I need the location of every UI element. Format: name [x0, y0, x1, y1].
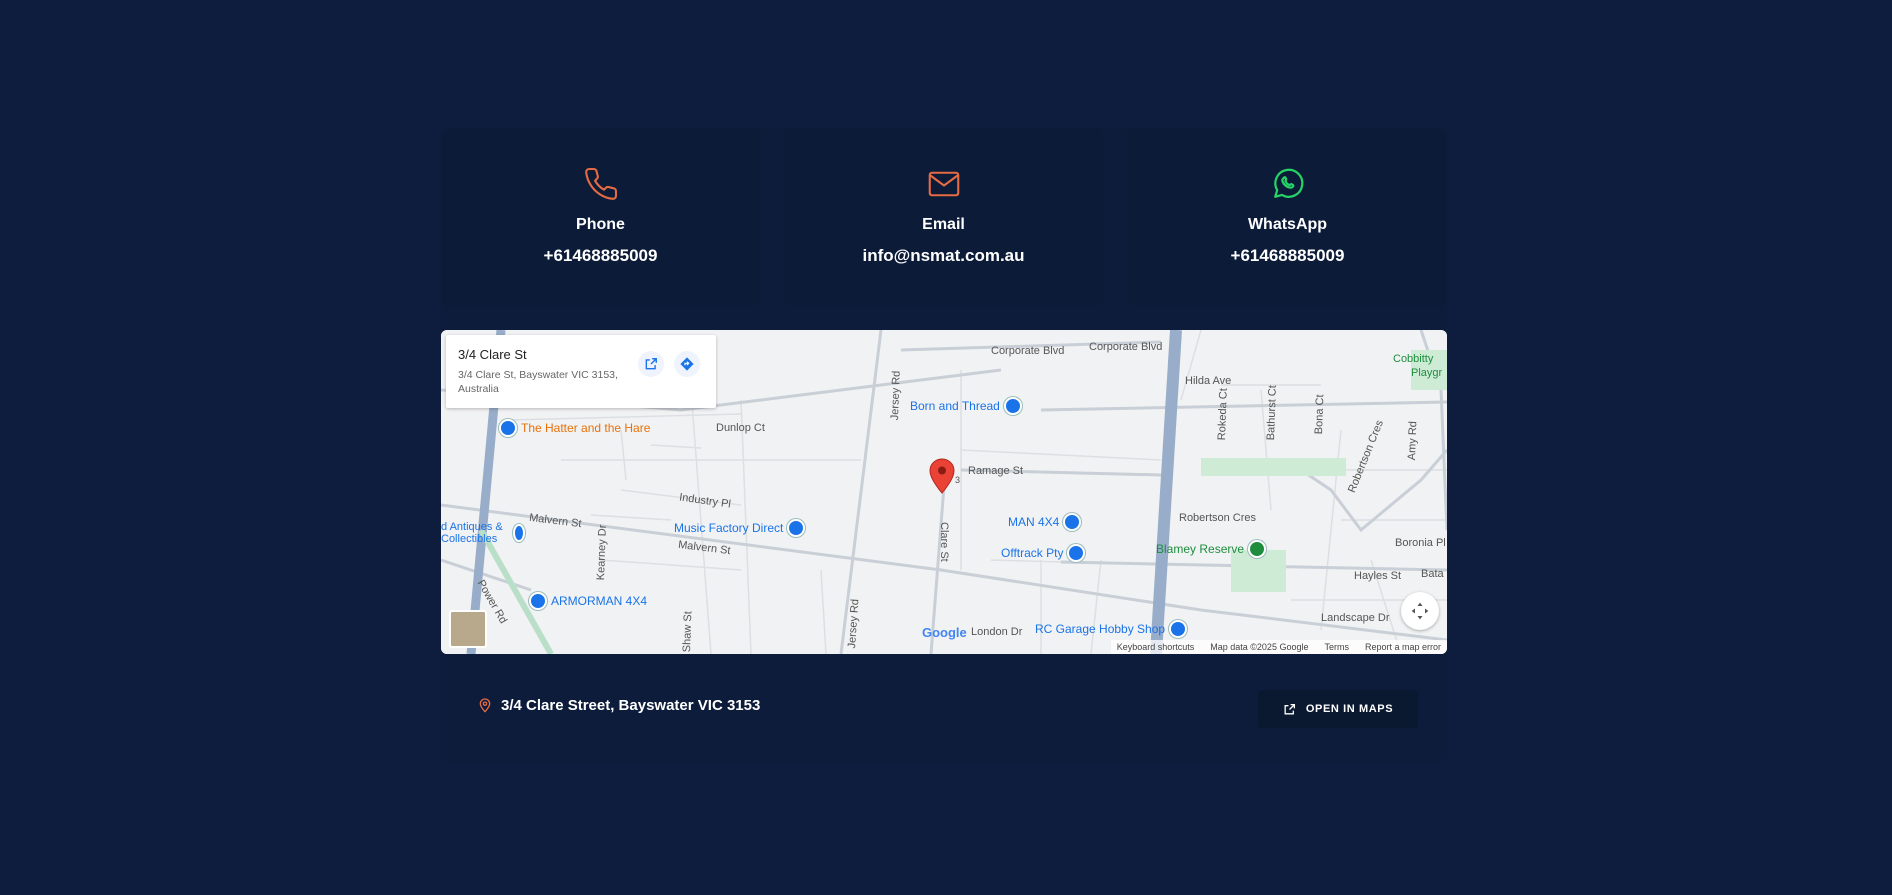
report-error-link[interactable]: Report a map error	[1365, 642, 1441, 652]
google-wordmark: Google	[922, 625, 967, 640]
info-card-title: 3/4 Clare St	[458, 347, 527, 362]
shopping-icon	[529, 592, 547, 610]
poi-offtrack[interactable]: Offtrack Pty	[1001, 544, 1086, 562]
street-corporate-2: Corporate Blvd	[1089, 341, 1163, 353]
open-in-maps-button[interactable]: OPEN IN MAPS	[1258, 690, 1418, 728]
poi-hatter-label: The Hatter and the Hare	[521, 421, 651, 435]
street-dunlop: Dunlop Ct	[716, 422, 765, 434]
satellite-thumbnail[interactable]	[449, 610, 487, 648]
street-hayles: Hayles St	[1354, 570, 1402, 582]
shopping-icon	[1067, 544, 1086, 562]
external-link-icon	[645, 358, 657, 370]
park-cobbitty: Cobbitty	[1393, 353, 1434, 365]
map-info-card: 3/4 Clare St 3/4 Clare St, Bayswater VIC…	[446, 335, 716, 408]
street-bata: Bata	[1421, 568, 1444, 580]
poi-blamey-label: Blamey Reserve	[1156, 542, 1245, 556]
street-london: London Dr	[971, 626, 1023, 638]
shopping-icon	[513, 524, 525, 542]
poi-armorman-label: ARMORMAN 4X4	[551, 594, 648, 608]
map-camera-control[interactable]	[1401, 592, 1439, 630]
embedded-map[interactable]: Corporate Blvd Corporate Blvd Hilda Ave …	[441, 330, 1447, 654]
whatsapp-card[interactable]: WhatsApp +61468885009	[1128, 128, 1447, 306]
street-shaw: Shaw St	[681, 611, 695, 653]
street-jersey-1: Jersey Rd	[889, 370, 903, 421]
street-ramage: Ramage St	[968, 465, 1024, 477]
map-data-text: Map data ©2025 Google	[1210, 642, 1309, 652]
location-pin-icon[interactable]	[929, 458, 955, 494]
park-icon	[1248, 540, 1267, 558]
street-rokeda: Rokeda Ct	[1216, 388, 1230, 441]
shopping-icon	[787, 519, 806, 537]
whatsapp-value[interactable]: +61468885009	[1128, 246, 1447, 266]
street-landscape: Landscape Dr	[1321, 612, 1390, 624]
email-label: Email	[922, 216, 965, 233]
directions-icon	[680, 357, 694, 371]
street-robertson: Robertson Cres	[1179, 512, 1257, 524]
open-in-maps-label: OPEN IN MAPS	[1305, 703, 1394, 715]
google-logo: Google	[922, 625, 967, 640]
street-bathurst: Bathurst Ct	[1265, 385, 1279, 441]
shopping-icon	[1063, 513, 1082, 531]
footer-address: 3/4 Clare Street, Bayswater VIC 3153	[477, 696, 760, 714]
external-link-icon	[1284, 703, 1295, 714]
poi-rc-garage[interactable]: RC Garage Hobby Shop	[1035, 620, 1188, 638]
email-value[interactable]: info@nsmat.com.au	[784, 246, 1103, 266]
whatsapp-label: WhatsApp	[1247, 216, 1328, 233]
poi-man-label: MAN 4X4	[1008, 515, 1060, 529]
poi-antiques-label: d Antiques & Collectibles	[441, 521, 503, 545]
email-card[interactable]: Email info@nsmat.com.au	[784, 128, 1103, 306]
map-pin-icon	[479, 698, 491, 713]
phone-card[interactable]: Phone +61468885009	[441, 128, 760, 306]
poi-born-and-thread[interactable]: Born and Thread	[910, 397, 1022, 415]
phone-label: Phone	[576, 216, 625, 233]
street-corporate-1: Corporate Blvd	[991, 345, 1065, 357]
poi-music-factory[interactable]: Music Factory Direct	[674, 519, 806, 537]
street-amy: Amy Rd	[1406, 420, 1420, 461]
contact-section: Phone +61468885009 Email info@nsmat.com.…	[441, 128, 1447, 764]
phone-icon	[584, 167, 617, 200]
poi-man-4x4[interactable]: MAN 4X4	[1008, 513, 1082, 531]
whatsapp-icon	[1273, 168, 1303, 198]
poi-antiques[interactable]: d Antiques & Collectibles	[441, 521, 525, 545]
address-text: 3/4 Clare Street, Bayswater VIC 3153	[501, 696, 761, 714]
directions-button[interactable]	[674, 351, 700, 377]
street-clare: Clare St	[938, 522, 950, 562]
poi-rc-label: RC Garage Hobby Shop	[1035, 622, 1166, 636]
info-card-address: 3/4 Clare St, Bayswater VIC 3153, Austra…	[458, 369, 618, 395]
poi-hatter[interactable]: The Hatter and the Hare	[499, 419, 650, 437]
poi-music-label: Music Factory Direct	[674, 521, 784, 535]
cafe-icon	[499, 419, 517, 437]
shopping-icon	[1003, 397, 1022, 415]
keyboard-shortcuts-link[interactable]: Keyboard shortcuts	[1117, 642, 1195, 652]
map-attribution: Keyboard shortcuts Map data ©2025 Google…	[1110, 640, 1447, 654]
phone-value[interactable]: +61468885009	[441, 246, 760, 266]
shopping-icon	[1169, 620, 1188, 638]
park-playg: Playgr	[1411, 367, 1443, 379]
street-hilda: Hilda Ave	[1185, 375, 1232, 387]
mail-icon	[928, 171, 959, 197]
terms-link[interactable]: Terms	[1324, 642, 1349, 652]
street-kearney: Kearney Dr	[595, 524, 609, 581]
street-boronia: Boronia Pl	[1395, 537, 1446, 549]
poi-blamey-reserve[interactable]: Blamey Reserve	[1156, 540, 1267, 558]
poi-born-label: Born and Thread	[910, 399, 1000, 413]
contact-cards: Phone +61468885009 Email info@nsmat.com.…	[441, 128, 1447, 306]
poi-offtrack-label: Offtrack Pty	[1001, 546, 1064, 560]
marker-number: 3	[955, 475, 961, 485]
street-bona: Bona Ct	[1313, 394, 1327, 435]
move-arrows-icon	[1411, 602, 1429, 620]
open-external-button[interactable]	[638, 351, 664, 377]
poi-armorman[interactable]: ARMORMAN 4X4	[529, 592, 647, 610]
